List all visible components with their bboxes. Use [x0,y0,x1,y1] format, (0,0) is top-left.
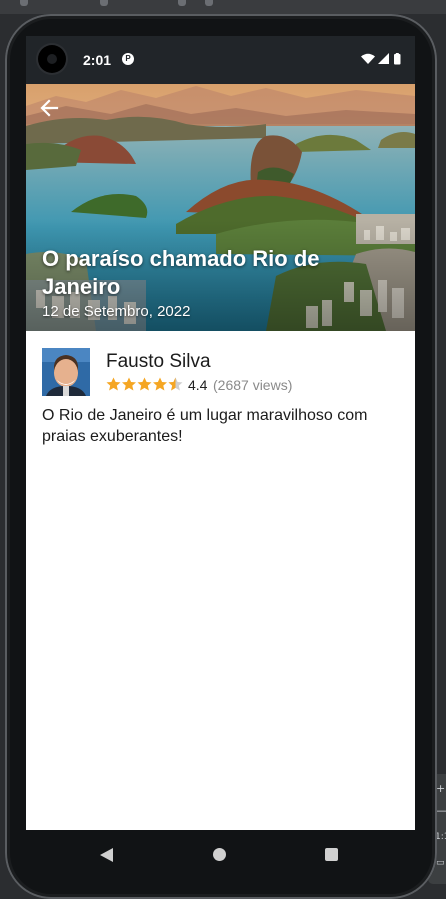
views-count: (2687 views) [213,377,293,393]
nav-home-icon[interactable] [213,848,226,861]
rating-stars [106,377,183,391]
zoom-in-button[interactable]: + [436,782,445,795]
status-bar: 2:01 P [26,36,415,84]
rating-value: 4.4 [188,377,208,393]
article-title: O paraíso chamado Rio de Janeiro [42,246,320,299]
star-icon [122,377,136,391]
system-icons [361,53,401,65]
chrome-icon [178,0,186,6]
emulator-window-chrome [0,0,446,14]
nav-recents-icon[interactable] [325,848,338,861]
star-icon [137,377,152,391]
hero-image: O paraíso chamado Rio de Janeiro 12 de S… [26,84,415,331]
article-date: 12 de Setembro, 2022 [42,303,191,320]
chrome-icon [100,0,108,6]
nav-back-icon[interactable] [100,848,114,862]
notification-app-icon: P [122,53,134,65]
star-icon [106,377,121,391]
avatar-photo [42,348,90,396]
app-screen: 2:01 P O paraíso chamado Rio de Janeiro … [26,36,415,830]
screenshot-icon[interactable]: ▭ [436,858,445,868]
author-row: Fausto Silva 4.4 (2687 views) [42,348,402,396]
chrome-icon [205,0,213,6]
arrow-back-icon[interactable] [39,98,59,118]
divider-icon: — [436,804,446,817]
article-description: O Rio de Janeiro é um lugar maravilhoso … [42,407,368,445]
wifi-icon [361,53,375,64]
battery-icon [394,54,401,65]
star-icon [153,377,167,391]
system-nav-bar [26,830,415,878]
signal-icon [378,53,389,64]
status-time: 2:01 [83,52,112,68]
author-avatar [42,348,90,396]
author-name: Fausto Silva [106,351,211,372]
chrome-icon [20,0,28,6]
camera-cutout [38,45,66,73]
